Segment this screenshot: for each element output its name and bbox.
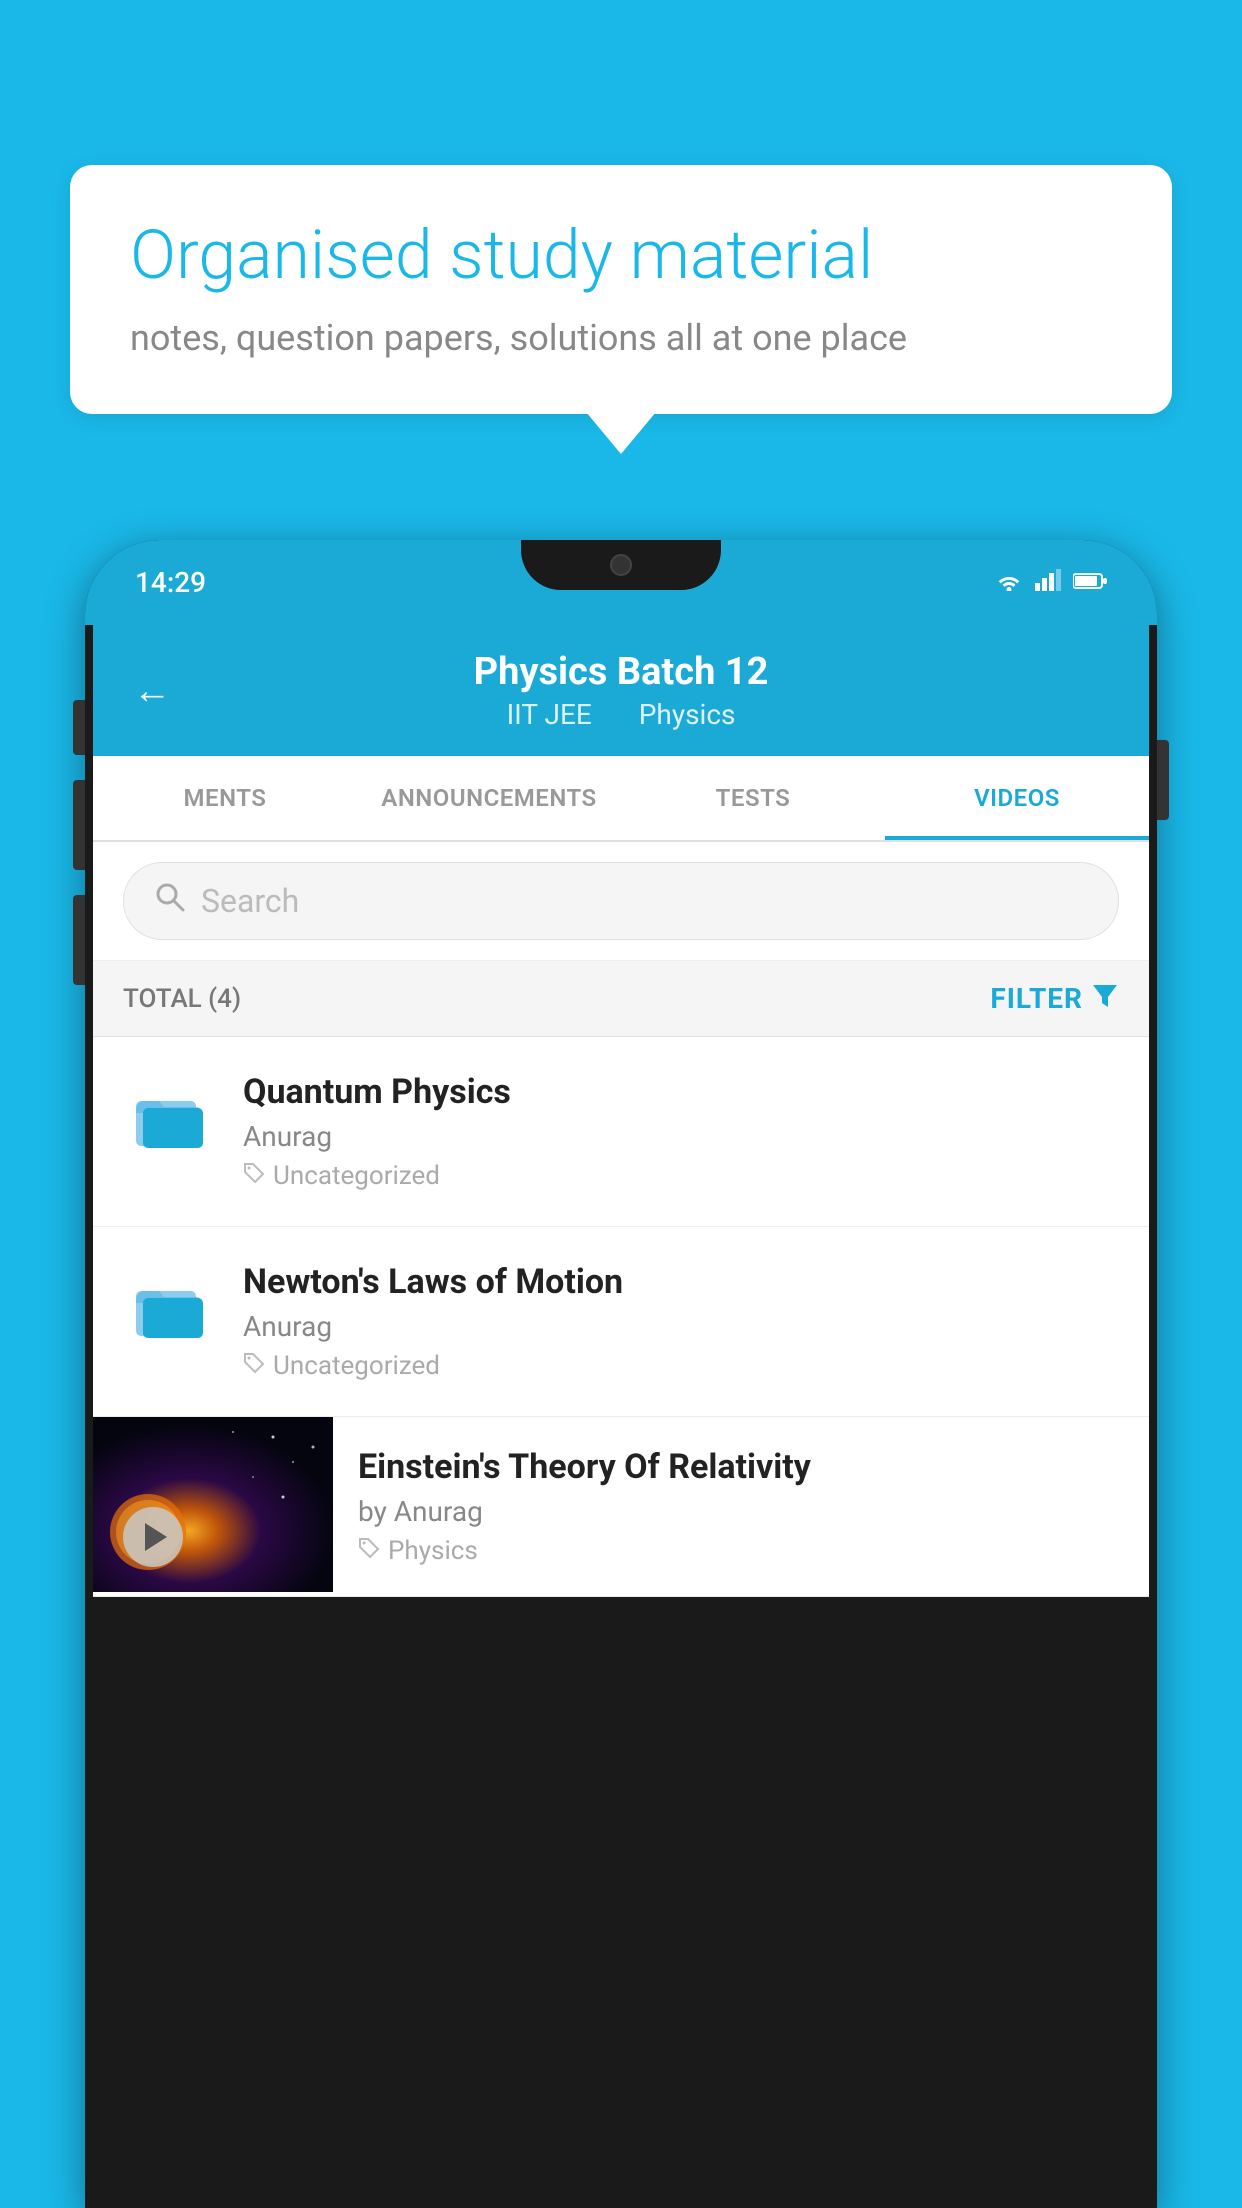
category-label-2: Uncategorized: [273, 1351, 440, 1381]
search-placeholder: Search: [201, 882, 299, 920]
total-count: TOTAL (4): [123, 984, 241, 1014]
bubble-title: Organised study material: [130, 215, 1112, 297]
status-icons: [995, 569, 1107, 597]
bubble-subtitle: notes, question papers, solutions all at…: [130, 317, 1112, 359]
video-item-3[interactable]: Einstein's Theory Of Relativity by Anura…: [93, 1417, 1149, 1597]
video-list: Quantum Physics Anurag Uncategorized: [93, 1037, 1149, 1597]
category-label-1: Uncategorized: [273, 1161, 440, 1191]
video-category-3: Physics: [358, 1536, 1124, 1566]
search-icon: [154, 881, 186, 921]
video-category-2: Uncategorized: [243, 1351, 1119, 1381]
phone-screen: ← Physics Batch 12 IIT JEE Physics MENTS…: [93, 625, 1149, 1597]
video-author-1: Anurag: [243, 1120, 1119, 1153]
app-header-subtitle: IIT JEE Physics: [133, 698, 1109, 731]
video-title-1: Quantum Physics: [243, 1072, 1119, 1112]
video-info-3: Einstein's Theory Of Relativity by Anura…: [333, 1417, 1149, 1596]
video-info-2: Newton's Laws of Motion Anurag Uncategor…: [243, 1262, 1119, 1381]
signal-icon: [1035, 569, 1061, 597]
video-item-1[interactable]: Quantum Physics Anurag Uncategorized: [93, 1037, 1149, 1227]
video-title-3: Einstein's Theory Of Relativity: [358, 1447, 1124, 1487]
app-header-title: Physics Batch 12: [133, 650, 1109, 694]
play-button-3[interactable]: [123, 1507, 183, 1567]
video-item-2[interactable]: Newton's Laws of Motion Anurag Uncategor…: [93, 1227, 1149, 1417]
phone-notch: [521, 540, 721, 590]
camera-dot: [610, 554, 632, 576]
video-thumbnail-3: [93, 1417, 333, 1592]
volume-up-button: [73, 700, 85, 755]
battery-icon: [1073, 572, 1107, 594]
filter-button[interactable]: FILTER: [990, 981, 1119, 1016]
wifi-icon: [995, 569, 1023, 597]
filter-icon: [1091, 981, 1119, 1016]
subtitle-physics: Physics: [639, 698, 736, 731]
tab-announcements[interactable]: ANNOUNCEMENTS: [357, 756, 621, 840]
tabs-bar: MENTS ANNOUNCEMENTS TESTS VIDEOS: [93, 756, 1149, 842]
search-container: Search: [93, 842, 1149, 961]
power-button: [1157, 740, 1169, 820]
tag-icon-2: [243, 1351, 265, 1381]
filter-bar: TOTAL (4) FILTER: [93, 961, 1149, 1037]
search-bar[interactable]: Search: [123, 862, 1119, 940]
back-button[interactable]: ←: [133, 669, 171, 713]
video-author-3: by Anurag: [358, 1495, 1124, 1528]
video-category-1: Uncategorized: [243, 1161, 1119, 1191]
phone-frame: 14:29: [85, 540, 1157, 2208]
speech-bubble: Organised study material notes, question…: [70, 165, 1172, 414]
status-bar: 14:29: [85, 540, 1157, 625]
tab-ments[interactable]: MENTS: [93, 756, 357, 840]
category-label-3: Physics: [388, 1536, 478, 1566]
tab-videos[interactable]: VIDEOS: [885, 756, 1149, 840]
silent-button: [73, 895, 85, 985]
subtitle-iitjee: IIT JEE: [507, 698, 592, 731]
video-author-2: Anurag: [243, 1310, 1119, 1343]
tag-icon-1: [243, 1161, 265, 1191]
folder-icon-1: [123, 1072, 213, 1162]
status-time: 14:29: [135, 566, 206, 599]
app-header: ← Physics Batch 12 IIT JEE Physics: [93, 625, 1149, 756]
filter-label: FILTER: [990, 982, 1083, 1015]
thumbnail-bg: [93, 1417, 333, 1592]
tab-tests[interactable]: TESTS: [621, 756, 885, 840]
tag-icon-3: [358, 1536, 380, 1566]
video-title-2: Newton's Laws of Motion: [243, 1262, 1119, 1302]
folder-icon-2: [123, 1262, 213, 1352]
video-info-1: Quantum Physics Anurag Uncategorized: [243, 1072, 1119, 1191]
volume-down-button: [73, 780, 85, 870]
play-triangle-icon: [145, 1523, 167, 1551]
